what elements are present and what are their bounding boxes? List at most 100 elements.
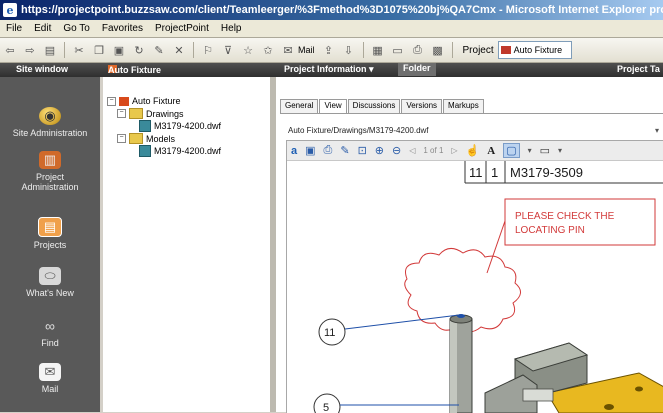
folder-tree: − Auto Fixture − Drawings M3179-4200.dwf… [103, 77, 270, 412]
window-title: https://projectpoint.buzzsaw.com/client/… [21, 4, 663, 16]
tree-node-model-file[interactable]: M3179-4200.dwf [139, 145, 221, 157]
toolbar-separator [193, 42, 194, 58]
copy-icon[interactable]: ❐ [92, 43, 106, 57]
add-favorite-icon[interactable]: ✩ [261, 43, 275, 57]
whats-new-icon: ⬭ [39, 267, 61, 285]
drawing-svg: 11 1 M3179-3509 PLEASE CHECK THE LOCATIN… [313, 161, 663, 413]
forward-icon[interactable]: ⇨ [23, 43, 37, 57]
rename-icon[interactable]: ✎ [152, 43, 166, 57]
project-label: Project [462, 44, 494, 56]
sidebar-item-project-administration[interactable]: ▥ Project Administration [0, 151, 100, 192]
refresh-icon[interactable]: ↻ [132, 43, 146, 57]
collapse-icon[interactable]: − [107, 96, 116, 106]
sidebar-item-whats-new[interactable]: ⬭ What's New [0, 267, 100, 298]
markup-icon[interactable]: ✎ [340, 144, 349, 157]
tree-node-label: Models [146, 133, 176, 144]
sidebar-item-projects[interactable]: ▤ Projects [0, 217, 100, 250]
properties-icon[interactable]: ▦ [371, 43, 385, 57]
auto-fixture-header-label: Auto Fixture [108, 65, 161, 75]
tab-versions[interactable]: Versions [401, 99, 443, 113]
project-tasks-header[interactable]: Project Ta [617, 64, 660, 74]
delete-icon[interactable]: ✕ [172, 43, 186, 57]
path-dropdown-icon[interactable]: ▾ [655, 126, 659, 135]
project-folder-icon [119, 96, 129, 106]
sidebar-item-label: What's New [26, 288, 74, 298]
menu-help[interactable]: Help [215, 23, 248, 34]
collapse-icon[interactable]: − [117, 134, 126, 143]
dwf-file-icon [139, 120, 151, 132]
back-icon[interactable]: ⇦ [3, 43, 17, 57]
tree-node-models[interactable]: − Models [117, 133, 175, 144]
highlight-icon[interactable]: ▢ [503, 143, 520, 158]
balloon-5[interactable]: 5 [313, 393, 459, 413]
toolbar-separator [451, 42, 453, 58]
sidebar-item-label: Site Administration [12, 128, 88, 138]
bom-table: 11 1 M3179-3509 [464, 161, 663, 184]
project-select[interactable]: Auto Fixture [497, 41, 572, 59]
select-icon[interactable]: ☝ [466, 144, 480, 157]
autodesk-logo-icon: a [291, 144, 298, 157]
menu-projectpoint[interactable]: ProjectPoint [149, 23, 215, 34]
settings-icon[interactable]: ▩ [431, 43, 445, 57]
tab-general[interactable]: General [280, 99, 319, 113]
sidebar-item-mail[interactable]: ✉ Mail [0, 363, 100, 394]
tree-node-label: M3179-4200.dwf [154, 146, 222, 156]
tab-discussions[interactable]: Discussions [347, 99, 401, 113]
prev-page-icon[interactable]: ◁ [409, 146, 415, 155]
dwf-viewer[interactable]: a ▣ ⎙ ✎ ⊡ ⊕ ⊖ ◁ 1 of 1 ▷ ☝ A ▢ ▾ ▭ ▾ 11 … [286, 140, 663, 413]
collapse-icon[interactable]: − [117, 109, 126, 118]
zoom-out-icon[interactable]: ⊖ [392, 144, 401, 157]
menu-bar: File Edit Go To Favorites ProjectPoint H… [0, 20, 663, 38]
projects-icon: ▤ [38, 217, 62, 237]
site-sidebar: ◉ Site Administration ▥ Project Administ… [0, 77, 100, 412]
zoom-in-icon[interactable]: ⊕ [375, 144, 384, 157]
bom-qty: 11 [469, 165, 483, 180]
sidebar-item-site-administration[interactable]: ◉ Site Administration [0, 107, 100, 138]
markup-note[interactable]: PLEASE CHECK THE LOCATING PIN [486, 198, 656, 274]
tree-node-drawings[interactable]: − Drawings [117, 108, 184, 119]
print-icon[interactable]: ⎙ [411, 43, 425, 57]
folder-icon [129, 108, 143, 119]
drawing-canvas: 11 1 M3179-3509 PLEASE CHECK THE LOCATIN… [287, 161, 663, 413]
balloon-5-label: 5 [323, 402, 329, 413]
markup-text-line-1: PLEASE CHECK THE [515, 211, 615, 222]
menu-file[interactable]: File [0, 23, 28, 34]
paste-icon[interactable]: ▣ [112, 43, 126, 57]
dwf-file-icon [139, 145, 151, 157]
balloon-11[interactable]: 11 [318, 314, 460, 346]
view-icon[interactable]: ▭ [391, 43, 405, 57]
upload-icon[interactable]: ⇪ [322, 43, 336, 57]
save-icon[interactable]: ▣ [305, 144, 315, 157]
zoom-rect-icon[interactable]: ⊡ [358, 144, 367, 157]
menu-favorites[interactable]: Favorites [96, 23, 149, 34]
text-tool[interactable]: A [487, 145, 495, 157]
tab-markups[interactable]: Markups [443, 99, 484, 113]
project-information-menu[interactable]: Project Information ▾ [284, 64, 374, 75]
next-page-icon[interactable]: ▷ [451, 146, 457, 155]
filter-icon[interactable]: ⊽ [221, 43, 235, 57]
project-select-value: Auto Fixture [513, 45, 563, 55]
mail-button-label[interactable]: Mail [298, 45, 315, 55]
cut-icon[interactable]: ✂ [72, 43, 86, 57]
up-folder-icon[interactable]: ▤ [43, 43, 57, 57]
print-icon[interactable]: ⎙ [324, 144, 333, 157]
tree-node-drawing-file[interactable]: M3179-4200.dwf [139, 120, 221, 132]
viewer-toolbar: a ▣ ⎙ ✎ ⊡ ⊕ ⊖ ◁ 1 of 1 ▷ ☝ A ▢ ▾ ▭ ▾ [287, 141, 663, 161]
dropdown-icon[interactable]: ▾ [528, 146, 532, 155]
project-folder-icon [500, 46, 511, 54]
menu-go-to[interactable]: Go To [57, 23, 96, 34]
download-icon[interactable]: ⇩ [342, 43, 356, 57]
fixture-model [449, 314, 663, 413]
menu-edit[interactable]: Edit [28, 23, 57, 34]
mail-toolbar-icon[interactable]: ✉ [281, 43, 295, 57]
tab-view[interactable]: View [319, 99, 347, 113]
tree-node-auto-fixture[interactable]: − Auto Fixture [107, 96, 181, 106]
more-tools-icon[interactable]: ▾ [558, 146, 562, 155]
favorites-icon[interactable]: ☆ [241, 43, 255, 57]
folder-tab[interactable]: Folder [398, 63, 436, 76]
sidebar-item-find[interactable]: ∞ Find [0, 317, 100, 348]
bookmark-icon[interactable]: ⚐ [201, 43, 215, 57]
window-title-bar: e https://projectpoint.buzzsaw.com/clien… [0, 0, 663, 20]
shape-tool-icon[interactable]: ▭ [540, 144, 550, 157]
mail-icon: ✉ [39, 363, 61, 381]
